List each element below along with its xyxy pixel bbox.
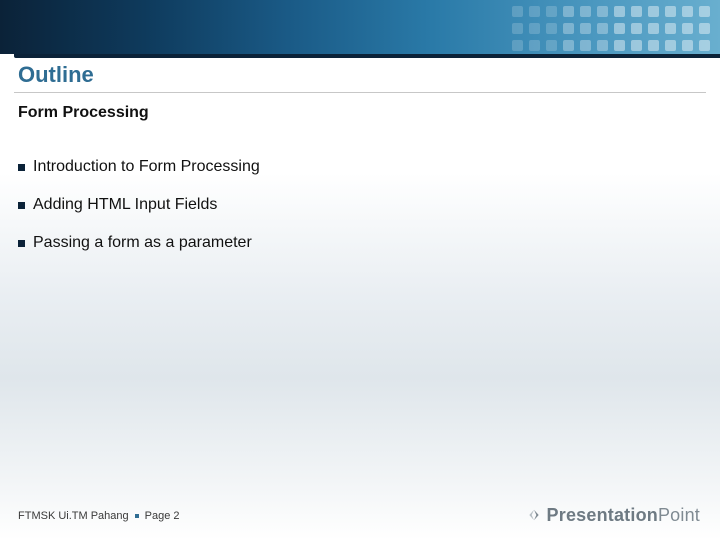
subtitle: Form Processing [18,104,149,122]
bullet-icon [18,240,25,247]
page-title: Outline [18,62,94,88]
list-item: Adding HTML Input Fields [18,196,260,214]
brand-logo: PresentationPoint [527,505,700,526]
footer-org: FTMSK Ui.TM Pahang [18,510,129,522]
slide: Outline Form Processing Introduction to … [0,0,720,540]
list-item: Passing a form as a parameter [18,234,260,252]
brand-text-light: Point [658,505,700,526]
bullet-list: Introduction to Form Processing Adding H… [18,158,260,272]
bullet-text: Adding HTML Input Fields [33,196,217,214]
header-band [0,0,720,54]
bullet-text: Introduction to Form Processing [33,158,260,176]
bullet-icon [18,164,25,171]
bullet-icon [18,202,25,209]
header-underline [14,54,720,58]
title-divider [14,92,706,93]
decorative-dots [512,6,710,51]
list-item: Introduction to Form Processing [18,158,260,176]
brand-text-bold: Presentation [547,505,658,526]
bullet-text: Passing a form as a parameter [33,234,252,252]
footer: FTMSK Ui.TM Pahang Page 2 [18,510,180,522]
brand-mark-icon [527,508,541,522]
footer-page: Page 2 [145,510,180,522]
separator-icon [135,514,139,518]
